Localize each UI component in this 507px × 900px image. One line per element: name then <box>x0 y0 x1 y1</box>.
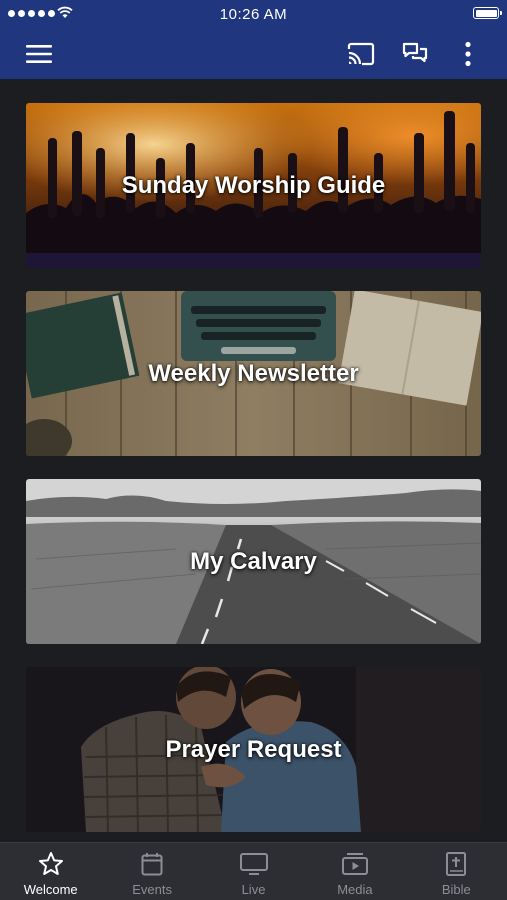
tab-label: Media <box>337 882 373 897</box>
tab-label: Bible <box>441 882 471 897</box>
bottom-tab-bar: Welcome Events Live Media Bible <box>0 842 507 900</box>
card-sunday-worship-guide[interactable]: Sunday Worship Guide <box>26 103 481 268</box>
monitor-icon <box>239 853 268 875</box>
menu-button[interactable] <box>18 28 60 79</box>
bible-icon <box>446 852 467 876</box>
chat-bubbles-icon <box>402 42 428 62</box>
welcome-content: Sunday Worship Guide Weekly Newsletter M… <box>0 79 507 842</box>
tab-label: Welcome <box>23 882 78 897</box>
star-icon <box>38 852 63 875</box>
card-weekly-newsletter[interactable]: Weekly Newsletter <box>26 291 481 456</box>
media-player-icon <box>341 853 368 875</box>
tab-live[interactable]: Live <box>203 843 304 900</box>
card-prayer-request[interactable]: Prayer Request <box>26 667 481 832</box>
card-title: Prayer Request <box>165 735 342 763</box>
cast-button[interactable] <box>340 28 382 79</box>
tab-bible[interactable]: Bible <box>406 843 507 900</box>
tab-media[interactable]: Media <box>304 843 405 900</box>
more-vertical-icon <box>465 41 471 66</box>
status-bar: 10:26 AM <box>0 0 507 28</box>
tab-welcome[interactable]: Welcome <box>0 843 101 900</box>
calendar-icon <box>141 853 163 876</box>
tab-events[interactable]: Events <box>101 843 202 900</box>
card-title: Sunday Worship Guide <box>121 171 386 199</box>
cast-icon <box>347 42 375 65</box>
top-navigation-bar <box>0 28 507 79</box>
card-title: Weekly Newsletter <box>148 359 359 387</box>
tab-label: Events <box>132 882 172 897</box>
card-my-calvary[interactable]: My Calvary <box>26 479 481 644</box>
card-title: My Calvary <box>190 547 317 575</box>
status-time: 10:26 AM <box>219 6 288 23</box>
battery-icon <box>473 7 502 19</box>
hamburger-menu-icon <box>26 44 52 63</box>
chat-button[interactable] <box>394 28 436 79</box>
tab-label: Live <box>241 882 266 897</box>
more-options-button[interactable] <box>452 28 484 79</box>
